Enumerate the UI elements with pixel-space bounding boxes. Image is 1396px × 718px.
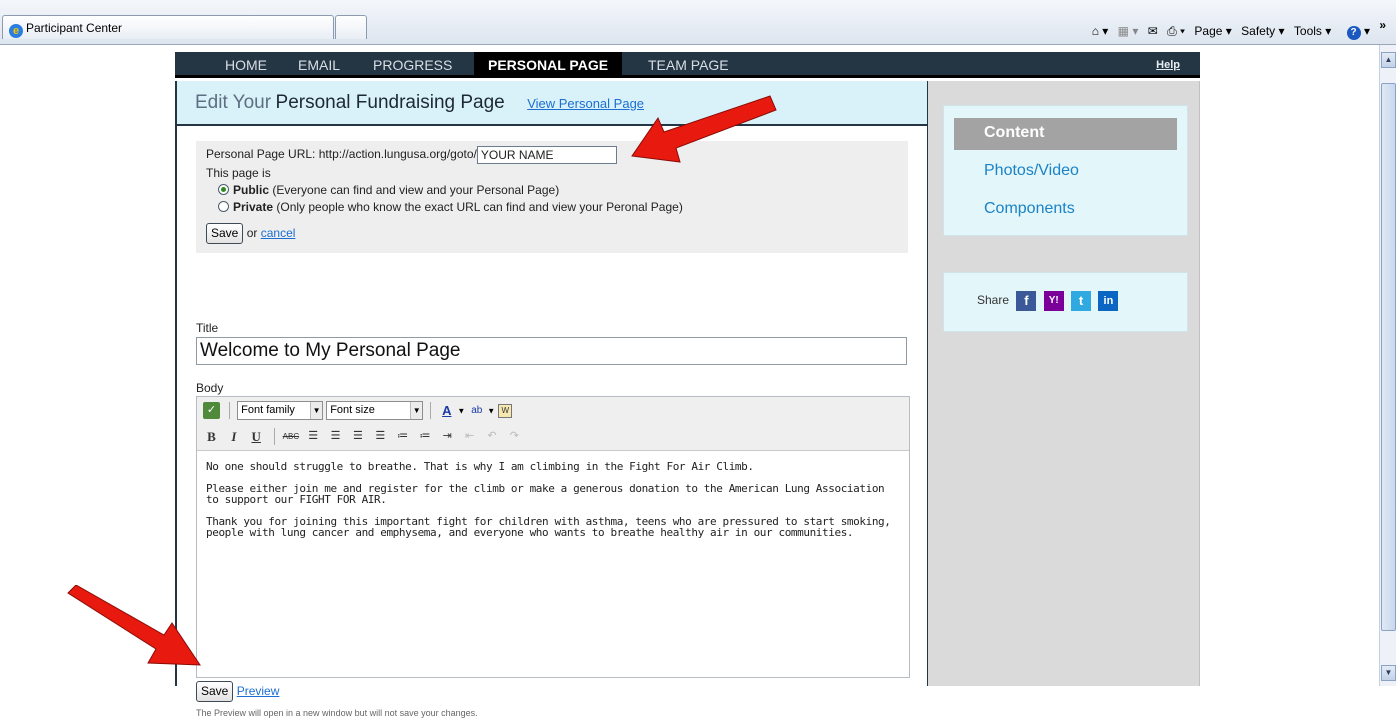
page-menu[interactable]: Page ▾ [1194,24,1231,38]
sidebar-nav: Content Photos/Video Components [943,105,1188,236]
sidebar-item-content[interactable]: Content [954,118,1177,150]
toolbar-divider [229,402,231,419]
main-content: Edit Your Personal Fundraising Page View… [175,81,929,718]
chevron-down-icon: ▼ [310,402,323,419]
home-icon[interactable]: ⌂ ▾ [1092,24,1109,38]
preview-link[interactable]: Preview [237,684,280,698]
or-text: or [246,226,258,240]
sidebar: Content Photos/Video Components Share f … [928,81,1200,686]
paste-word-icon[interactable]: W [498,403,513,418]
mail-icon[interactable]: ✉ [1148,24,1158,38]
align-right-icon[interactable]: ☰ [349,428,366,445]
help-icon: ? [1346,26,1361,40]
view-personal-page-link[interactable]: View Personal Page [527,96,644,111]
body-paragraph: Thank you for joining this important fig… [206,515,891,539]
sidebar-item-components[interactable]: Components [954,194,1177,226]
print-icon[interactable]: ⎙ ▾ [1167,24,1185,38]
font-family-select[interactable]: Font family ▼ [237,401,324,420]
toolbar-divider [430,402,432,419]
public-option[interactable]: Public (Everyone can find and view and y… [206,182,898,199]
tab-title: Participant Center [26,21,123,35]
twitter-icon[interactable]: t [1071,291,1092,311]
page-title-prefix: Edit Your [195,92,272,113]
body-label: Body [196,381,224,395]
chevron-more-icon[interactable]: » [1379,18,1386,32]
ie-icon: e [9,24,23,38]
browser-tab[interactable]: e Participant Center [2,15,334,39]
bullet-list-icon[interactable]: ≔ [394,428,411,445]
private-option[interactable]: Private (Only people who know the exact … [206,199,898,216]
preview-note: The Preview will open in a new window bu… [196,708,478,718]
editor-toolbar-1: ✓ Font family ▼ Font size ▼ A ▼ ab ▼ W [197,397,909,425]
linkedin-icon[interactable]: in [1098,291,1119,311]
toolbar-divider [274,428,276,445]
annotation-arrow-save [67,585,201,666]
safety-menu[interactable]: Safety ▾ [1241,24,1284,38]
scrollbar-thumb[interactable] [1381,83,1396,631]
form-actions: Save Preview [196,681,279,702]
cancel-link[interactable]: cancel [261,226,296,240]
public-radio[interactable] [218,184,229,195]
numbered-list-icon[interactable]: ≔ [416,428,433,445]
top-nav: HOME EMAIL PROGRESS PERSONAL PAGE TEAM P… [175,52,1200,78]
nav-home[interactable]: HOME [211,52,281,78]
tools-menu[interactable]: Tools ▾ [1294,24,1331,38]
undo-icon[interactable]: ↶ [483,428,500,445]
yahoo-icon[interactable]: Y! [1043,291,1064,311]
nav-team-page[interactable]: TEAM PAGE [634,52,743,78]
command-bar: ⌂ ▾ ▦ ▾ ✉ ⎙ ▾ Page ▾ Safety ▾ Tools ▾ ? … [1086,18,1386,40]
help-menu[interactable]: ? ▾ [1341,24,1370,40]
italic-icon[interactable]: I [225,428,242,445]
rich-text-editor: ✓ Font family ▼ Font size ▼ A ▼ ab ▼ W B I U… [196,396,910,678]
indent-icon[interactable]: ⇥ [439,428,456,445]
share-panel: Share f Y! t in [943,272,1188,332]
outdent-icon[interactable]: ⇤ [461,428,478,445]
highlight-color-icon[interactable]: ab [468,402,485,419]
title-label: Title [196,321,219,335]
strikethrough-icon[interactable]: ABC [282,428,299,445]
page-title-bar: Edit Your Personal Fundraising Page View… [177,81,927,126]
bold-icon[interactable]: B [203,428,220,445]
share-label: Share [977,293,1010,308]
page-visibility-label: This page is [206,166,271,180]
private-radio[interactable] [218,201,229,212]
chevron-down-icon: ▼ [410,402,423,419]
editor-toolbar-2: B I U ABC ☰ ☰ ☰ ☰ ≔ ≔ ⇥ ⇤ ↶ ↷ [197,425,909,451]
align-left-icon[interactable]: ☰ [305,428,322,445]
url-label: Personal Page URL: [206,147,316,162]
personal-url-input[interactable]: YOUR NAME [476,146,617,164]
align-center-icon[interactable]: ☰ [327,428,344,445]
feeds-icon[interactable]: ▦ ▾ [1118,24,1139,38]
title-input[interactable]: Welcome to My Personal Page [196,337,907,365]
align-justify-icon[interactable]: ☰ [372,428,389,445]
scroll-down-icon[interactable]: ▼ [1381,665,1396,681]
nav-email[interactable]: EMAIL [284,52,354,78]
nav-progress[interactable]: PROGRESS [359,52,466,78]
browser-toolbar: e Participant Center ⌂ ▾ ▦ ▾ ✉ ⎙ ▾ Page ▾… [0,0,1396,45]
spellcheck-icon[interactable]: ✓ [203,402,220,419]
underline-icon[interactable]: U [248,428,265,445]
editor-body[interactable]: No one should struggle to breathe. That … [197,451,909,559]
sidebar-item-photos-video[interactable]: Photos/Video [954,156,1177,188]
redo-icon[interactable]: ↷ [506,428,523,445]
personal-url-panel: Personal Page URL: http://action.lungusa… [196,141,908,253]
font-size-select[interactable]: Font size ▼ [326,401,424,420]
page-title: Personal Fundraising Page [275,92,505,113]
url-save-button[interactable]: Save [206,223,244,244]
body-paragraph: No one should struggle to breathe. That … [206,460,754,473]
url-prefix: http://action.lungusa.org/goto/ [318,147,477,162]
help-link[interactable]: Help [1156,52,1180,78]
facebook-icon[interactable]: f [1016,291,1037,311]
body-paragraph: Please either join me and register for t… [206,482,885,506]
nav-personal-page[interactable]: PERSONAL PAGE [474,52,623,78]
save-button[interactable]: Save [196,681,234,702]
annotation-arrow-url [631,95,777,163]
scroll-up-icon[interactable]: ▲ [1381,52,1396,68]
new-tab-button[interactable] [335,15,367,39]
text-color-icon[interactable]: A [438,402,455,419]
page-viewport: HOME EMAIL PROGRESS PERSONAL PAGE TEAM P… [0,45,1396,718]
vertical-scrollbar[interactable]: ▲ ▼ [1379,45,1396,686]
